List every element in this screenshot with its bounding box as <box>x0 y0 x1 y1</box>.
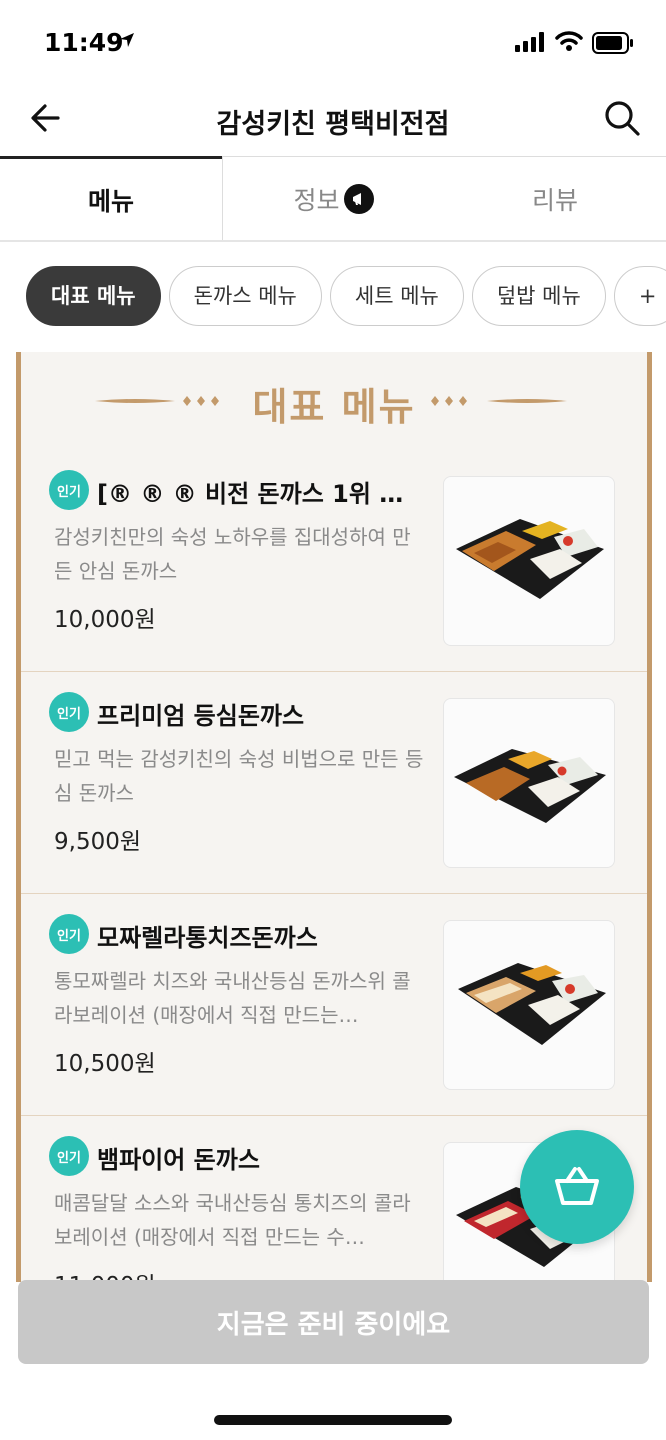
chip-rice-bowl-menu[interactable]: 덮밥 메뉴 <box>471 266 606 326</box>
menu-item-photo <box>443 920 615 1090</box>
store-tabs: 메뉴 정보 리뷰 <box>0 156 666 242</box>
menu-item-description: 매콤달달 소스와 국내산등심 통치즈의 콜라보레이션 (매장에서 직접 만드는 … <box>54 1191 411 1249</box>
menu-item-description: 통모짜렐라 치즈와 국내산등심 돈까스위 콜라보레이션 (매장에서 직접 만드는… <box>54 969 411 1027</box>
status-bar: 11:49 <box>0 0 666 84</box>
tab-review-label: 리뷰 <box>531 185 578 215</box>
battery-icon <box>592 32 633 54</box>
bento-box-image <box>458 963 606 1045</box>
tab-info-label: 정보 <box>293 185 340 215</box>
menu-item-price: 10,500원 <box>54 1051 156 1077</box>
menu-item-photo <box>443 476 615 646</box>
popular-badge: 인기 <box>49 470 89 510</box>
category-chips: 대표 메뉴 돈까스 메뉴 세트 메뉴 덮밥 메뉴 + <box>26 266 666 328</box>
popular-badge: 인기 <box>49 914 89 954</box>
menu-item[interactable]: 인기 [® ® ® 비전 돈까스 1위 ®… 감성키친만의 숙성 노하우를 집대… <box>21 450 647 672</box>
search-icon[interactable] <box>602 98 642 138</box>
menu-item[interactable]: 인기 모짜렐라통치즈돈까스 통모짜렐라 치즈와 국내산등심 돈까스위 콜라보레이… <box>21 894 647 1116</box>
wifi-icon <box>555 31 583 51</box>
page-title: 감성키친 평택비전점 <box>216 109 450 140</box>
menu-item[interactable]: 인기 프리미엄 등심돈까스 믿고 먹는 감성키친의 숙성 비법으로 만든 등심 … <box>21 672 647 894</box>
tab-menu-label: 메뉴 <box>87 186 134 216</box>
status-time: 11:49 <box>44 28 124 57</box>
menu-item-description: 믿고 먹는 감성키친의 숙성 비법으로 만든 등심 돈까스 <box>54 747 424 805</box>
cellular-signal-icon <box>515 32 544 52</box>
menu-item-name: 프리미엄 등심돈까스 <box>97 702 305 730</box>
megaphone-icon <box>343 183 374 214</box>
menu-item-price: 10,000원 <box>54 607 156 633</box>
bento-box-image <box>454 749 606 823</box>
bento-box-image <box>456 519 604 599</box>
preparing-button[interactable]: 지금은 준비 중이에요 <box>18 1280 649 1364</box>
location-arrow-icon <box>120 33 134 47</box>
home-indicator[interactable] <box>214 1415 452 1425</box>
tab-review[interactable]: 리뷰 <box>444 156 666 240</box>
cart-button[interactable] <box>520 1130 634 1244</box>
tab-info[interactable]: 정보 <box>222 156 444 240</box>
chip-featured-menu[interactable]: 대표 메뉴 <box>26 266 161 326</box>
app-header: 감성키친 평택비전점 <box>0 84 666 156</box>
chip-donkatsu-menu[interactable]: 돈까스 메뉴 <box>168 266 322 326</box>
menu-item-price: 9,500원 <box>54 829 142 855</box>
chip-more[interactable]: + <box>613 266 666 326</box>
menu-item-name: [® ® ® 비전 돈까스 1위 ®… <box>97 480 419 508</box>
tab-menu[interactable]: 메뉴 <box>0 156 222 240</box>
menu-item-name: 뱀파이어 돈까스 <box>97 1146 260 1174</box>
menu-item-name: 모짜렐라통치즈돈까스 <box>97 924 318 952</box>
popular-badge: 인기 <box>49 1136 89 1176</box>
section-header: 대표 메뉴 <box>21 372 647 429</box>
menu-item-description: 감성키친만의 숙성 노하우를 집대성하여 만든 안심 돈까스 <box>54 525 411 583</box>
popular-badge: 인기 <box>49 692 89 732</box>
chip-set-menu[interactable]: 세트 메뉴 <box>329 266 464 326</box>
right-ornament-icon <box>431 396 567 406</box>
menu-item-photo <box>443 698 615 868</box>
shopping-basket-icon <box>555 1167 599 1205</box>
